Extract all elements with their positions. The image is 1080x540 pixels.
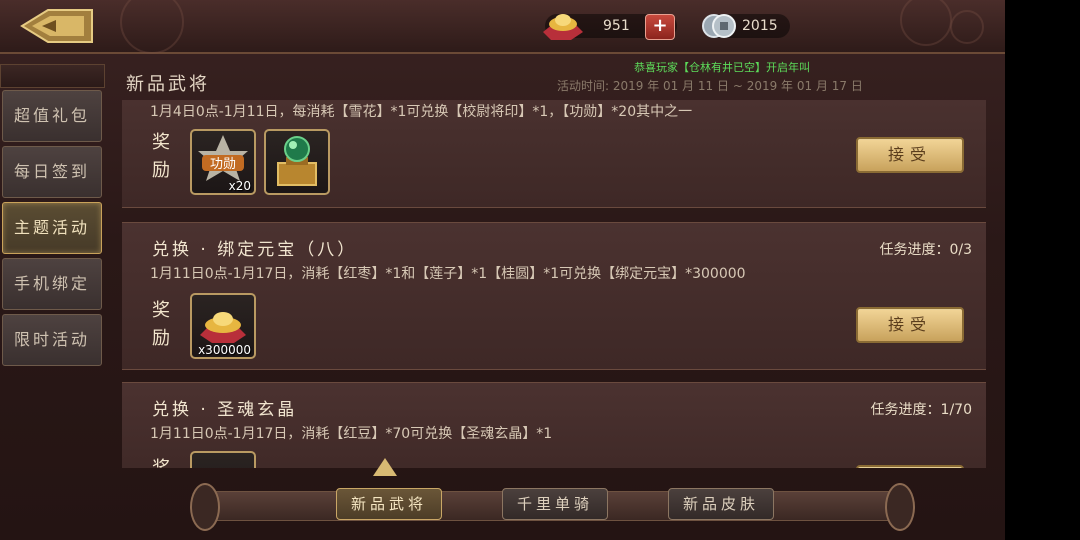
task-title: 兑换 · 圣魂玄晶 bbox=[152, 400, 298, 420]
bottom-tab-bar: 新品武将 千里单骑 新品皮肤 bbox=[190, 483, 915, 531]
task-card: 1月4日0点-1月11日，每消耗【雪花】*1可兑换【校尉将印】*1，【功勋】*2… bbox=[122, 100, 986, 208]
reward-item-merit[interactable]: 功勋 x20 bbox=[190, 129, 256, 195]
sidebar-item-value-pack[interactable]: 超值礼包 bbox=[2, 90, 102, 142]
merit-badge-text: 功勋 bbox=[210, 157, 236, 172]
sidebar-item-theme-event[interactable]: 主题活动 bbox=[2, 202, 102, 254]
decor-swirl bbox=[950, 10, 984, 44]
reward-item-bound-ingot[interactable]: x300000 bbox=[190, 293, 256, 359]
ingot-amount: 951 bbox=[603, 18, 630, 34]
tab-bar-end-decor bbox=[190, 483, 220, 531]
sidebar: 超值礼包 每日签到 主题活动 手机绑定 限时活动 bbox=[0, 56, 105, 370]
sidebar-item-phone-bind[interactable]: 手机绑定 bbox=[2, 258, 102, 310]
tab-lone-ride[interactable]: 千里单骑 bbox=[502, 488, 608, 520]
plus-icon: + bbox=[652, 15, 668, 36]
reward-item-seal-box[interactable] bbox=[264, 129, 330, 195]
task-progress: 任务进度：0/3 bbox=[879, 242, 972, 258]
decor-swirl bbox=[900, 0, 952, 46]
coin-amount: 2015 bbox=[742, 18, 778, 34]
reward-qty: x300000 bbox=[198, 343, 251, 357]
back-arrow-icon bbox=[20, 9, 93, 43]
reward-label: 奖励 bbox=[152, 132, 170, 181]
sidebar-item-limited-event[interactable]: 限时活动 bbox=[2, 314, 102, 366]
screen-edge bbox=[1005, 0, 1080, 540]
accept-button[interactable] bbox=[856, 465, 964, 468]
reward-label: 奖励 bbox=[152, 300, 170, 349]
activity-time: 活动时间: 2019 年 01 月 11 日 ~ 2019 年 01 月 17 … bbox=[557, 79, 863, 93]
active-tab-indicator bbox=[373, 458, 397, 476]
reward-label: 奖励 bbox=[150, 455, 172, 468]
announcement-ticker: 恭喜玩家【仓林有井已空】开启年叫 bbox=[634, 61, 810, 74]
decor-swirl bbox=[120, 0, 184, 54]
tab-new-general[interactable]: 新品武将 bbox=[336, 488, 442, 520]
task-description: 1月4日0点-1月11日，每消耗【雪花】*1可兑换【校尉将印】*1，【功勋】*2… bbox=[150, 104, 693, 120]
tab-new-skin[interactable]: 新品皮肤 bbox=[668, 488, 774, 520]
section-title: 新品武将 bbox=[126, 74, 210, 95]
reward-item[interactable] bbox=[190, 451, 256, 468]
task-card: 兑换 · 绑定元宝（八） 任务进度：0/3 1月11日0点-1月17日，消耗【红… bbox=[122, 222, 986, 370]
task-list[interactable]: 1月4日0点-1月11日，每消耗【雪花】*1可兑换【校尉将印】*1，【功勋】*2… bbox=[122, 100, 986, 468]
add-ingot-button[interactable]: + bbox=[645, 14, 675, 40]
coin-resource: 2015 bbox=[702, 14, 790, 38]
accept-button[interactable]: 接受 bbox=[856, 307, 964, 343]
sidebar-item-daily-checkin[interactable]: 每日签到 bbox=[2, 146, 102, 198]
back-button[interactable] bbox=[20, 8, 94, 44]
task-progress: 任务进度：1/70 bbox=[870, 402, 972, 418]
ingot-resource: 951 + bbox=[543, 14, 677, 40]
top-bar: 951 + 2015 bbox=[0, 0, 1005, 54]
sidebar-header-decor bbox=[0, 64, 105, 88]
tab-bar-end-decor bbox=[885, 483, 915, 531]
accept-button[interactable]: 接受 bbox=[856, 137, 964, 173]
gold-ingot-icon bbox=[543, 14, 583, 40]
task-card: 兑换 · 圣魂玄晶 任务进度：1/70 1月11日0点-1月17日，消耗【红豆】… bbox=[122, 382, 986, 468]
task-description: 1月11日0点-1月17日，消耗【红枣】*1和【莲子】*1【桂圆】*1可兑换【绑… bbox=[150, 266, 746, 282]
silver-coin-icon bbox=[702, 14, 736, 38]
reward-qty: x20 bbox=[228, 179, 251, 193]
jade-seal-chest-icon bbox=[277, 136, 317, 186]
task-description: 1月11日0点-1月17日，消耗【红豆】*70可兑换【圣魂玄晶】*1 bbox=[150, 426, 553, 442]
game-screen: 951 + 2015 超值礼包 每日签到 主题活动 手机绑定 限时活动 新品武将… bbox=[0, 0, 1005, 540]
task-title: 兑换 · 绑定元宝（八） bbox=[152, 240, 358, 260]
